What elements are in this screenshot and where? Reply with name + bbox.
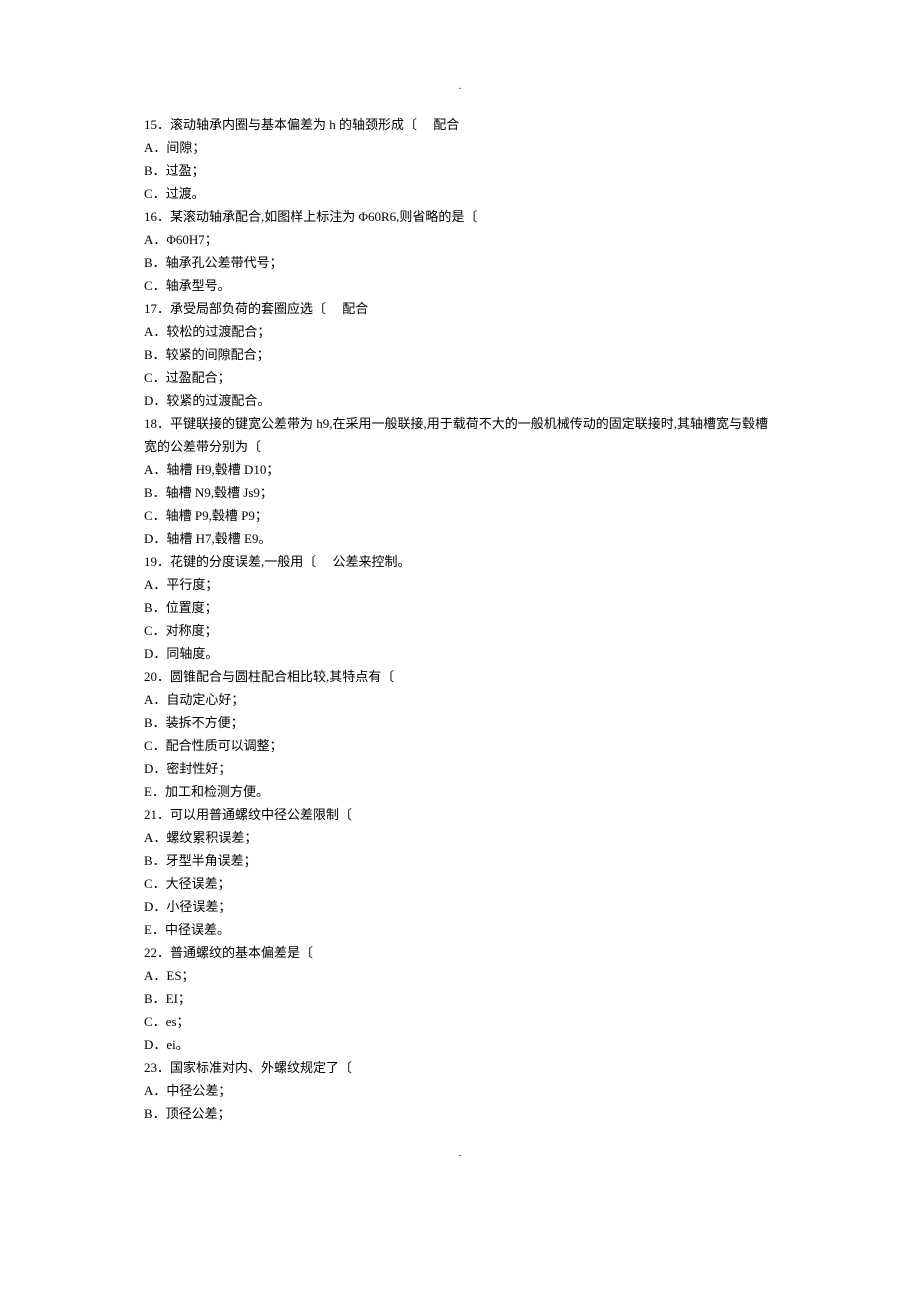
text-line: C．轴槽 P9,毂槽 P9； xyxy=(144,504,776,527)
text-line: 18．平键联接的键宽公差带为 h9,在采用一般联接,用于载荷不大的一般机械传动的… xyxy=(144,412,776,458)
text-line: D．较紧的过渡配合。 xyxy=(144,389,776,412)
header-dot: . xyxy=(0,75,920,98)
text-line: 23．国家标准对内、外螺纹规定了〔 xyxy=(144,1056,776,1079)
text-line: 16．某滚动轴承配合,如图样上标注为 Φ60R6,则省略的是〔 xyxy=(144,205,776,228)
text-line: C．大径误差； xyxy=(144,872,776,895)
text-line: C．过盈配合； xyxy=(144,366,776,389)
text-line: B．EI； xyxy=(144,987,776,1010)
text-line: A．中径公差； xyxy=(144,1079,776,1102)
text-line: A．轴槽 H9,毂槽 D10； xyxy=(144,458,776,481)
text-line: A．平行度； xyxy=(144,573,776,596)
text-line: D．同轴度。 xyxy=(144,642,776,665)
text-line: D．ei。 xyxy=(144,1033,776,1056)
text-line: C．es； xyxy=(144,1010,776,1033)
text-line: B．牙型半角误差； xyxy=(144,849,776,872)
text-line: E．加工和检测方便。 xyxy=(144,780,776,803)
text-line: 21．可以用普通螺纹中径公差限制〔 xyxy=(144,803,776,826)
document-page: . 15．滚动轴承内圈与基本偏差为 h 的轴颈形成〔 配合 A．间隙； B．过盈… xyxy=(0,0,920,1185)
text-line: B．位置度； xyxy=(144,596,776,619)
text-line: 19．花键的分度误差,一般用〔 公差来控制。 xyxy=(144,550,776,573)
text-line: A．自动定心好； xyxy=(144,688,776,711)
text-line: B．轴槽 N9,毂槽 Js9； xyxy=(144,481,776,504)
text-line: A．较松的过渡配合； xyxy=(144,320,776,343)
text-line: B．较紧的间隙配合； xyxy=(144,343,776,366)
footer-dot: . xyxy=(0,1142,920,1165)
text-line: D．密封性好； xyxy=(144,757,776,780)
text-line: B．过盈； xyxy=(144,159,776,182)
text-line: B．顶径公差； xyxy=(144,1102,776,1125)
text-line: C．配合性质可以调整； xyxy=(144,734,776,757)
text-line: A．间隙； xyxy=(144,136,776,159)
text-line: A．ES； xyxy=(144,964,776,987)
text-line: E．中径误差。 xyxy=(144,918,776,941)
text-line: D．轴槽 H7,毂槽 E9。 xyxy=(144,527,776,550)
text-line: 15．滚动轴承内圈与基本偏差为 h 的轴颈形成〔 配合 xyxy=(144,113,776,136)
text-line: C．过渡。 xyxy=(144,182,776,205)
text-line: 22．普通螺纹的基本偏差是〔 xyxy=(144,941,776,964)
text-line: B．轴承孔公差带代号； xyxy=(144,251,776,274)
text-line: 17．承受局部负荷的套圈应选〔 配合 xyxy=(144,297,776,320)
text-line: A．螺纹累积误差； xyxy=(144,826,776,849)
text-line: D．小径误差； xyxy=(144,895,776,918)
text-line: B．装拆不方便； xyxy=(144,711,776,734)
text-line: C．轴承型号。 xyxy=(144,274,776,297)
text-line: 20．圆锥配合与圆柱配合相比较,其特点有〔 xyxy=(144,665,776,688)
text-line: A．Φ60H7； xyxy=(144,228,776,251)
text-line: C．对称度； xyxy=(144,619,776,642)
